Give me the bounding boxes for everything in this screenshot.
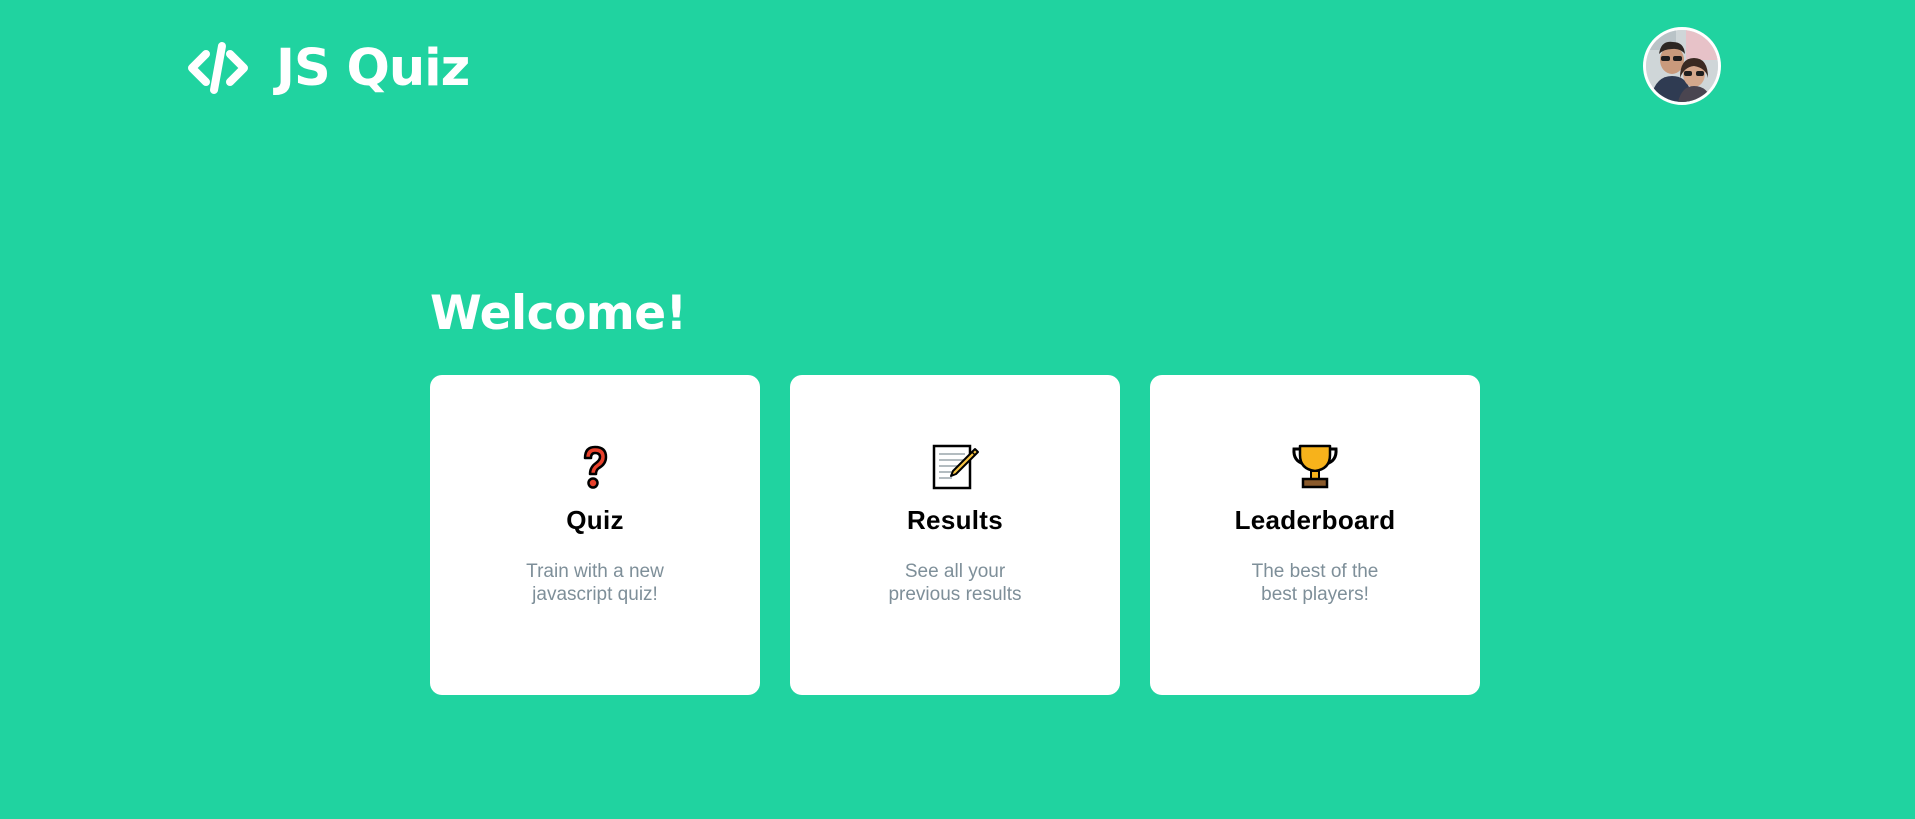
code-brackets-icon	[188, 42, 248, 94]
results-card[interactable]: Results See all your previous results	[790, 375, 1120, 695]
question-mark-icon	[583, 445, 608, 489]
user-avatar[interactable]	[1643, 27, 1721, 105]
user-avatar-photo	[1646, 30, 1718, 102]
quiz-card-description: Train with a new javascript quiz!	[515, 560, 675, 606]
quiz-card[interactable]: Quiz Train with a new javascript quiz!	[430, 375, 760, 695]
results-card-title: Results	[906, 505, 1004, 535]
trophy-icon	[1292, 444, 1338, 489]
leaderboard-card-description: The best of the best players!	[1235, 560, 1395, 606]
quiz-card-desc-line1: Train with a new	[526, 561, 664, 582]
welcome-heading: Welcome!	[430, 286, 687, 341]
results-card-desc-line2: previous results	[888, 584, 1022, 605]
quiz-card-title: Quiz	[566, 505, 624, 535]
memo-icon	[932, 444, 979, 490]
leaderboard-card-title: Leaderboard	[1234, 505, 1396, 535]
menu-cards: Quiz Train with a new javascript quiz! R…	[430, 375, 1480, 695]
leaderboard-card-desc-line1: The best of the	[1251, 561, 1379, 582]
quiz-card-desc-line2: javascript quiz!	[532, 584, 658, 605]
results-card-description: See all your previous results	[875, 560, 1035, 606]
app-header: JS Quiz	[0, 0, 1915, 140]
app-title: JS Quiz	[276, 38, 470, 98]
leaderboard-card[interactable]: Leaderboard The best of the best players…	[1150, 375, 1480, 695]
leaderboard-card-desc-line2: best players!	[1261, 584, 1369, 605]
app-logo-link[interactable]: JS Quiz	[186, 36, 470, 100]
results-card-desc-line1: See all your	[904, 561, 1006, 582]
